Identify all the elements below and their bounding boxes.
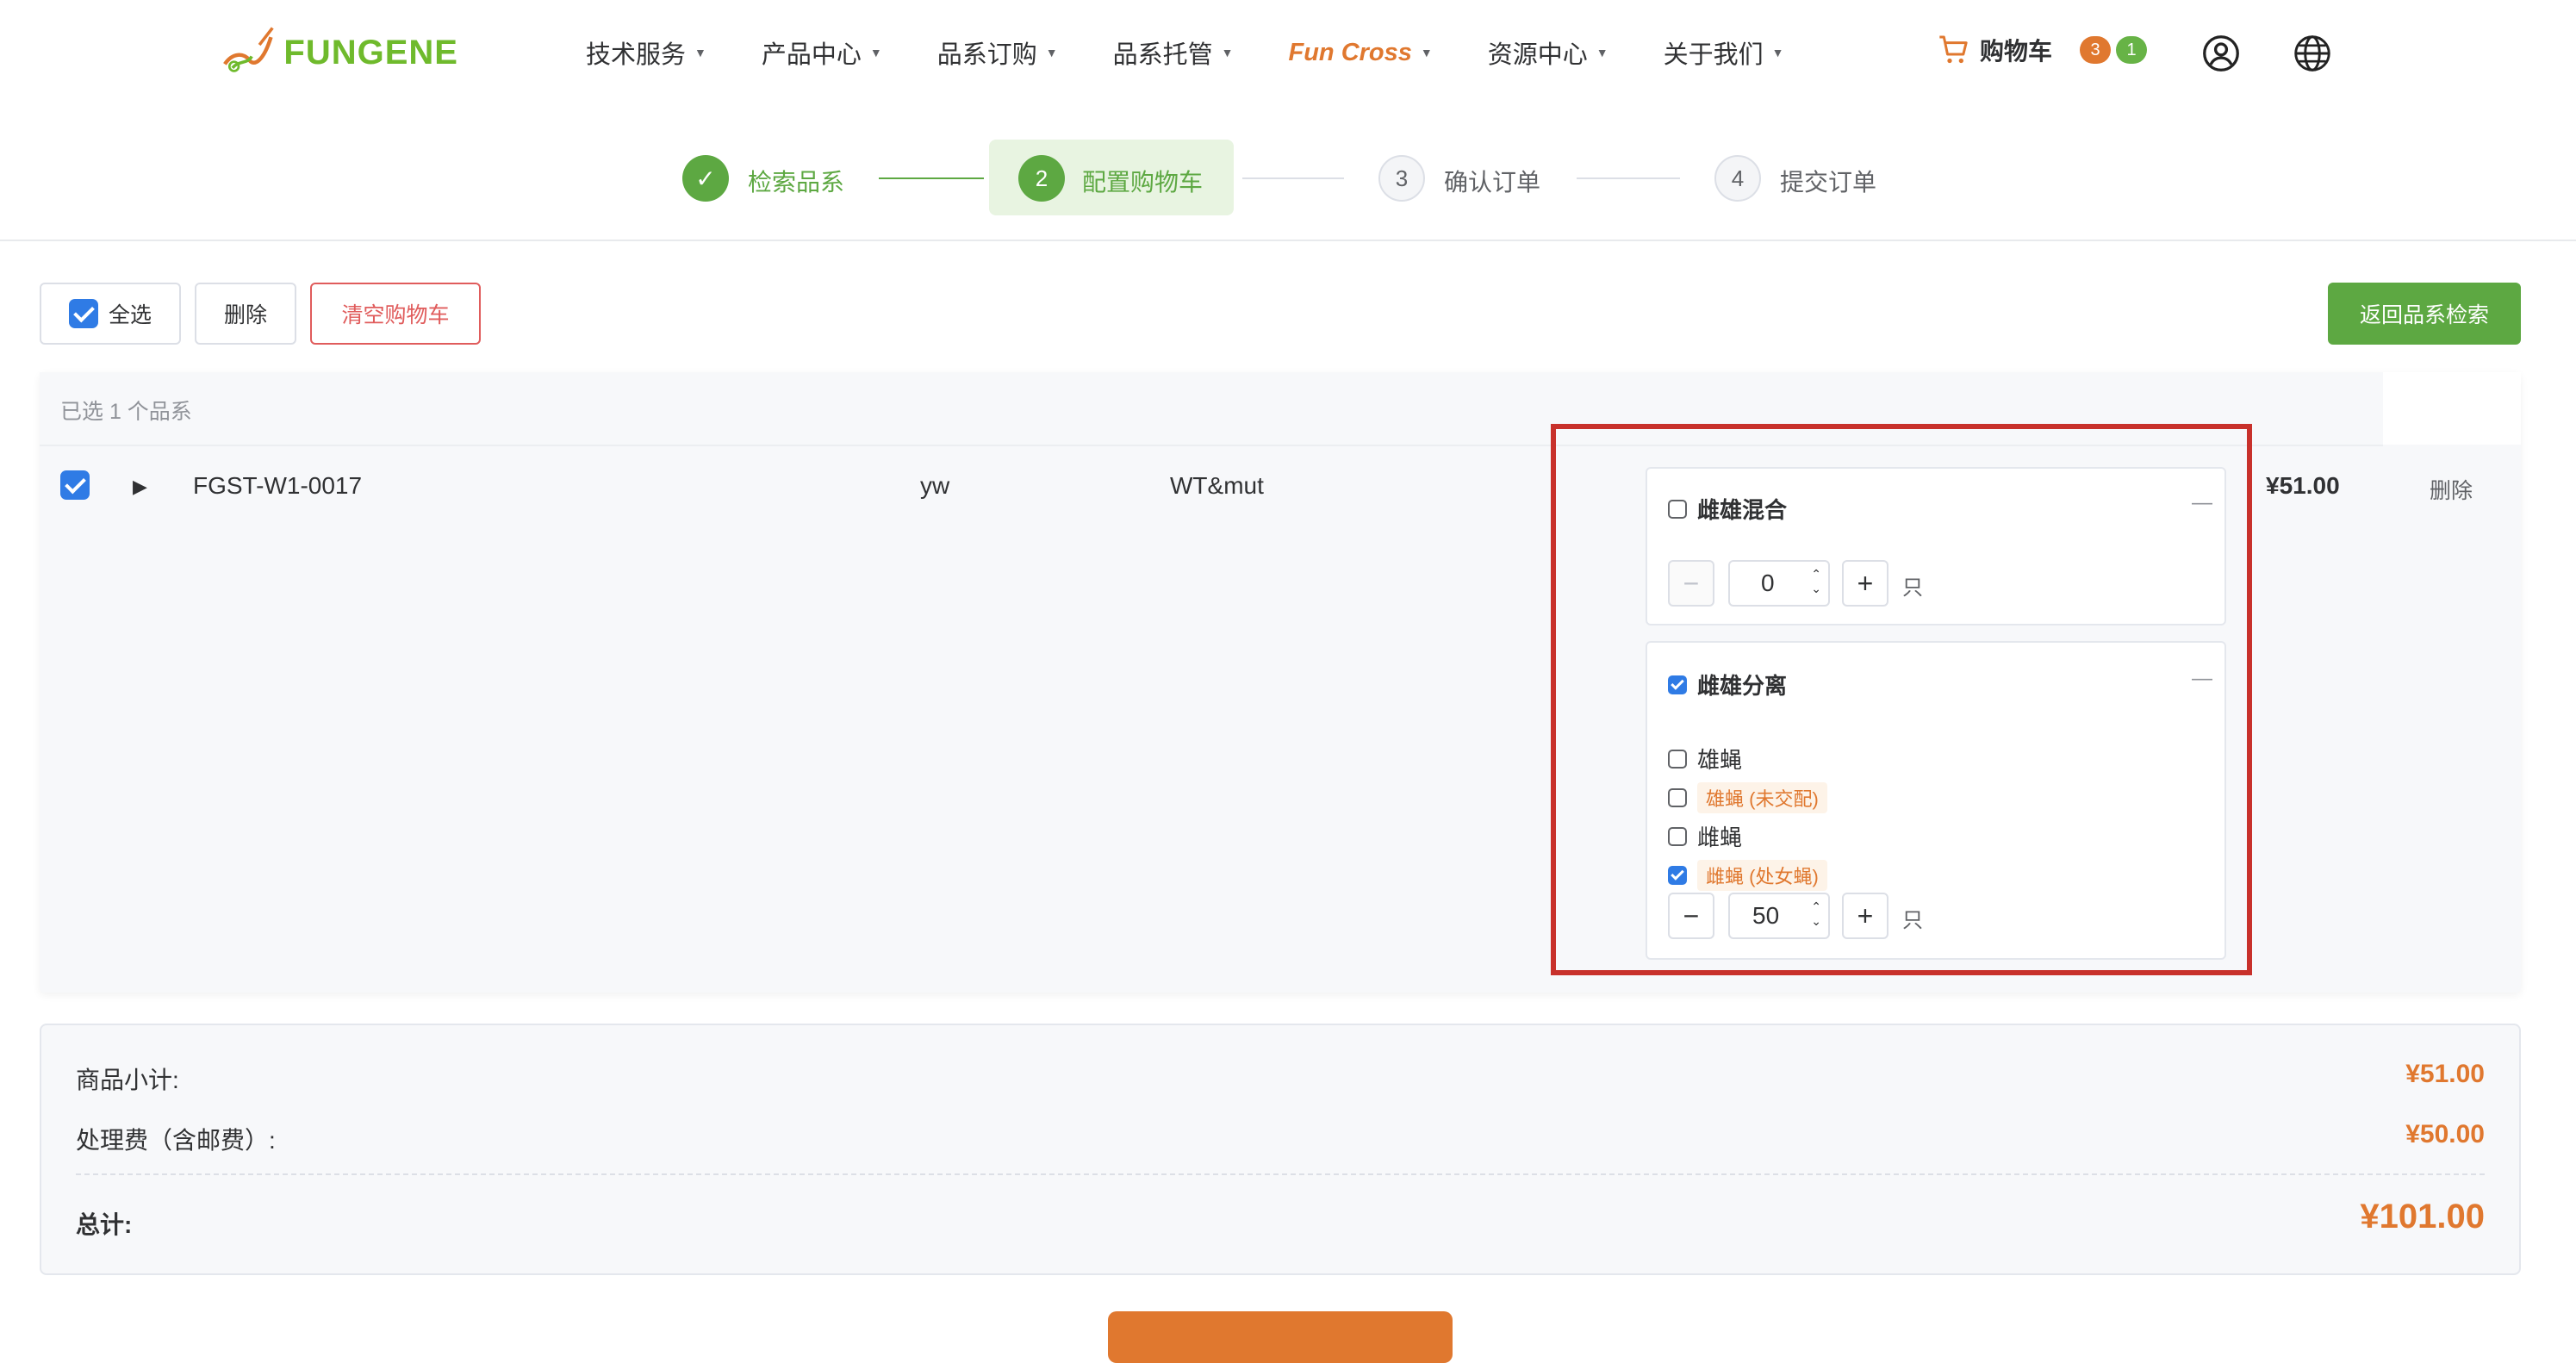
step-connector	[1242, 177, 1344, 179]
step-connector	[879, 177, 984, 179]
globe-icon[interactable]	[2293, 34, 2331, 72]
clear-cart-button[interactable]: 清空购物车	[310, 283, 481, 345]
caret-down-icon: ▼	[694, 46, 706, 59]
delete-button[interactable]: 删除	[195, 283, 296, 345]
table-header-blank	[2383, 372, 2521, 445]
nav-strain-hosting[interactable]: 品系托管 ▼	[1113, 34, 1234, 71]
cart-count-badge-secondary: 1	[2116, 36, 2148, 64]
caret-down-icon: ▼	[1771, 46, 1784, 59]
nav-label: 技术服务	[586, 41, 687, 69]
checkbox-checked-icon	[68, 299, 98, 328]
cart-label: 购物车	[1980, 38, 2053, 65]
select-all-checkbox[interactable]: 全选	[40, 283, 181, 345]
total-label: 总计:	[76, 1211, 133, 1238]
main-nav: 技术服务 ▼ 产品中心 ▼ 品系订购 ▼ 品系托管 ▼ Fun Cross ▼ 资源中心 ▼…	[586, 31, 1839, 74]
strain-genotype: WT&mut	[1170, 472, 1264, 499]
highlight-annotation-box	[1551, 424, 2252, 975]
caret-down-icon: ▼	[869, 46, 882, 59]
step-4-number: 4	[1714, 155, 1761, 202]
nav-label: 品系托管	[1112, 41, 1213, 69]
step-3-label: 确认订单	[1444, 169, 1541, 196]
checkout-steps: ✓ 检索品系 2 配置购物车 3 确认订单 4 提交订单	[0, 138, 2576, 219]
nav-strain-order[interactable]: 品系订购 ▼	[937, 34, 1058, 71]
nav-products[interactable]: 产品中心 ▼	[762, 34, 882, 71]
select-all-label: 全选	[108, 303, 152, 327]
strain-name: yw	[920, 472, 950, 499]
nav-about[interactable]: 关于我们 ▼	[1664, 34, 1784, 71]
selected-count-text: 已选 1 个品系	[60, 400, 192, 424]
step-3-number: 3	[1378, 155, 1425, 202]
row-checkbox[interactable]	[60, 470, 90, 500]
next-step-button[interactable]	[1108, 1311, 1453, 1363]
total-value: ¥101.00	[2360, 1198, 2485, 1235]
caret-down-icon: ▼	[1420, 46, 1433, 59]
fungene-logo[interactable]: FUNGENE	[217, 16, 458, 90]
strain-id: FGST-W1-0017	[193, 472, 363, 499]
caret-down-icon: ▼	[1596, 46, 1608, 59]
fee-value: ¥50.00	[2405, 1120, 2485, 1148]
nav-resources[interactable]: 资源中心 ▼	[1488, 34, 1608, 71]
subtotal-label: 商品小计:	[76, 1067, 179, 1093]
row-price: ¥51.00	[2266, 472, 2340, 499]
fee-label: 处理费（含邮费）:	[76, 1127, 276, 1154]
order-summary	[40, 1024, 2521, 1275]
nav-label: 关于我们	[1663, 41, 1764, 69]
nav-label: 资源中心	[1487, 41, 1588, 69]
summary-divider	[76, 1173, 2485, 1175]
user-icon[interactable]	[2202, 34, 2240, 72]
expand-arrow-icon[interactable]: ▶	[133, 476, 147, 498]
cart-count-badge: 3	[2080, 36, 2112, 64]
caret-down-icon: ▼	[1045, 46, 1058, 59]
step-2-label: 配置购物车	[1082, 169, 1204, 196]
row-delete-link[interactable]: 删除	[2430, 474, 2473, 505]
step-1-label: 检索品系	[748, 169, 845, 196]
logo-wordmark: FUNGENE	[283, 33, 458, 72]
nav-tech-services[interactable]: 技术服务 ▼	[586, 34, 706, 71]
nav-label: 品系订购	[936, 41, 1037, 69]
step-2-number: 2	[1018, 155, 1065, 202]
nav-label: Fun Cross	[1288, 38, 1412, 66]
step-4-label: 提交订单	[1780, 169, 1877, 196]
step-1-check-icon: ✓	[682, 155, 729, 202]
nav-fun-cross[interactable]: Fun Cross ▼	[1289, 39, 1433, 67]
back-to-search-button[interactable]: 返回品系检索	[2328, 283, 2521, 345]
step-connector	[1577, 177, 1680, 179]
caret-down-icon: ▼	[1221, 46, 1234, 59]
subtotal-value: ¥51.00	[2405, 1060, 2485, 1088]
fly-logo-icon	[223, 27, 274, 72]
cart-icon	[1939, 35, 1968, 64]
nav-label: 产品中心	[761, 41, 862, 69]
cart-link[interactable]: 购物车 3 1	[1937, 33, 2148, 67]
